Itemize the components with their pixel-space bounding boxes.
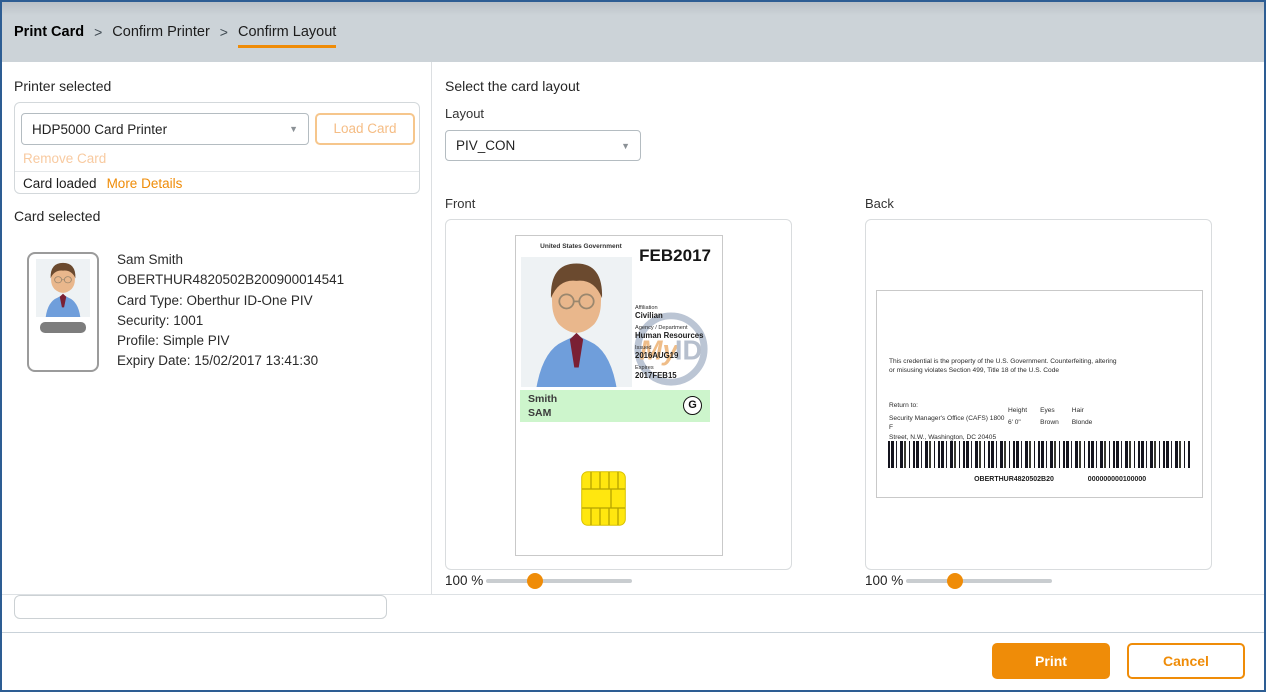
card-selected-title: Card selected — [14, 208, 100, 224]
barcode-number-text: 000000000100000 — [1057, 476, 1177, 483]
card-front-preview: United States Government FEB2017 My ID A… — [515, 235, 723, 556]
back-zoom-label: 100 % — [865, 573, 903, 588]
footer-divider — [2, 632, 1264, 633]
front-detail-column: Affiliation Civilian Agency / Department… — [635, 305, 721, 380]
issued-value: 2016AUG19 — [635, 351, 721, 360]
card-status-row: Card loaded More Details — [23, 176, 182, 191]
back-return-block: Return to: Security Manager's Office (CA… — [889, 401, 1007, 442]
barcode — [888, 441, 1191, 468]
back-legal-text: This credential is the property of the U… — [889, 357, 1121, 375]
card-back-preview: This credential is the property of the U… — [876, 290, 1203, 498]
printer-group: HDP5000 Card Printer ▼ Load Card Remove … — [14, 102, 420, 194]
load-card-button[interactable]: Load Card — [315, 113, 415, 145]
front-expiry-banner: FEB2017 — [639, 246, 711, 266]
print-card-window: Print Card > Confirm Printer > Confirm L… — [0, 0, 1266, 692]
expires-value: 2017FEB15 — [635, 371, 721, 380]
card-slot-bar — [40, 322, 86, 333]
barcode-labels: OBERTHUR4820502B20 000000000100000 — [877, 476, 1203, 488]
front-label: Front — [445, 196, 475, 211]
card-info: Sam Smith OBERTHUR4820502B200900014541 C… — [117, 250, 344, 372]
agency-value: Human Resources — [635, 331, 721, 340]
front-preview-panel: United States Government FEB2017 My ID A… — [445, 219, 792, 570]
more-details-link[interactable]: More Details — [107, 176, 183, 191]
front-portrait-photo — [521, 257, 632, 387]
front-name-band: Smith SAM G — [520, 390, 710, 422]
remove-card-link[interactable]: Remove Card — [23, 151, 106, 166]
printer-dropdown-value: HDP5000 Card Printer — [32, 122, 167, 137]
cardholder-name: Sam Smith — [117, 250, 344, 270]
smartcard-chip-icon — [581, 471, 626, 526]
user-photo — [36, 259, 90, 317]
height-label: Height — [1008, 407, 1027, 414]
chevron-down-icon: ▼ — [289, 124, 298, 134]
front-given-name: SAM — [528, 406, 557, 420]
printer-selected-title: Printer selected — [14, 78, 111, 94]
hair-value: Blonde — [1072, 419, 1093, 426]
breadcrumb-confirm-printer[interactable]: Confirm Printer — [112, 24, 210, 40]
empty-footer-field[interactable] — [14, 595, 387, 619]
back-attributes: Height 6' 0" Eyes Brown Hair Blonde — [1008, 407, 1092, 426]
chevron-right-icon: > — [94, 24, 102, 40]
back-zoom-slider[interactable] — [906, 579, 1052, 583]
print-button[interactable]: Print — [992, 643, 1110, 679]
chevron-right-icon: > — [220, 24, 228, 40]
front-zoom-label: 100 % — [445, 573, 483, 588]
breadcrumb-confirm-layout[interactable]: Confirm Layout — [238, 24, 336, 48]
cancel-button[interactable]: Cancel — [1127, 643, 1245, 679]
card-security: Security: 1001 — [117, 311, 344, 331]
card-profile: Profile: Simple PIV — [117, 331, 344, 351]
front-surname: Smith — [528, 392, 557, 406]
front-zoom-slider[interactable] — [486, 579, 632, 583]
breadcrumb-print-card[interactable]: Print Card — [14, 24, 84, 40]
back-zoom-slider-thumb[interactable] — [947, 573, 963, 589]
height-value: 6' 0" — [1008, 419, 1027, 426]
return-address-line1: Security Manager's Office (CAFS) 1800 F — [889, 414, 1007, 433]
return-to-label: Return to: — [889, 401, 1007, 411]
card-serial: OBERTHUR4820502B200900014541 — [117, 270, 344, 290]
back-label: Back — [865, 196, 894, 211]
eyes-label: Eyes — [1040, 407, 1059, 414]
layout-dropdown[interactable]: PIV_CON ▼ — [445, 130, 641, 161]
g-badge: G — [683, 396, 702, 415]
affiliation-value: Civilian — [635, 311, 721, 320]
card-thumbnail — [27, 252, 99, 372]
layout-label: Layout — [445, 106, 484, 121]
breadcrumb: Print Card > Confirm Printer > Confirm L… — [2, 2, 1264, 62]
hair-label: Hair — [1072, 407, 1093, 414]
card-loaded-status: Card loaded — [23, 176, 97, 191]
card-type: Card Type: Oberthur ID-One PIV — [117, 291, 344, 311]
panel-divider — [431, 62, 432, 594]
layout-dropdown-value: PIV_CON — [456, 138, 515, 153]
group-separator — [15, 171, 419, 172]
front-issuer-text: United States Government — [522, 243, 640, 250]
select-layout-title: Select the card layout — [445, 78, 580, 94]
chevron-down-icon: ▼ — [621, 141, 630, 151]
printer-dropdown[interactable]: HDP5000 Card Printer ▼ — [21, 113, 309, 145]
back-preview-panel: This credential is the property of the U… — [865, 219, 1212, 570]
eyes-value: Brown — [1040, 419, 1059, 426]
card-expiry: Expiry Date: 15/02/2017 13:41:30 — [117, 351, 344, 371]
front-zoom-slider-thumb[interactable] — [527, 573, 543, 589]
